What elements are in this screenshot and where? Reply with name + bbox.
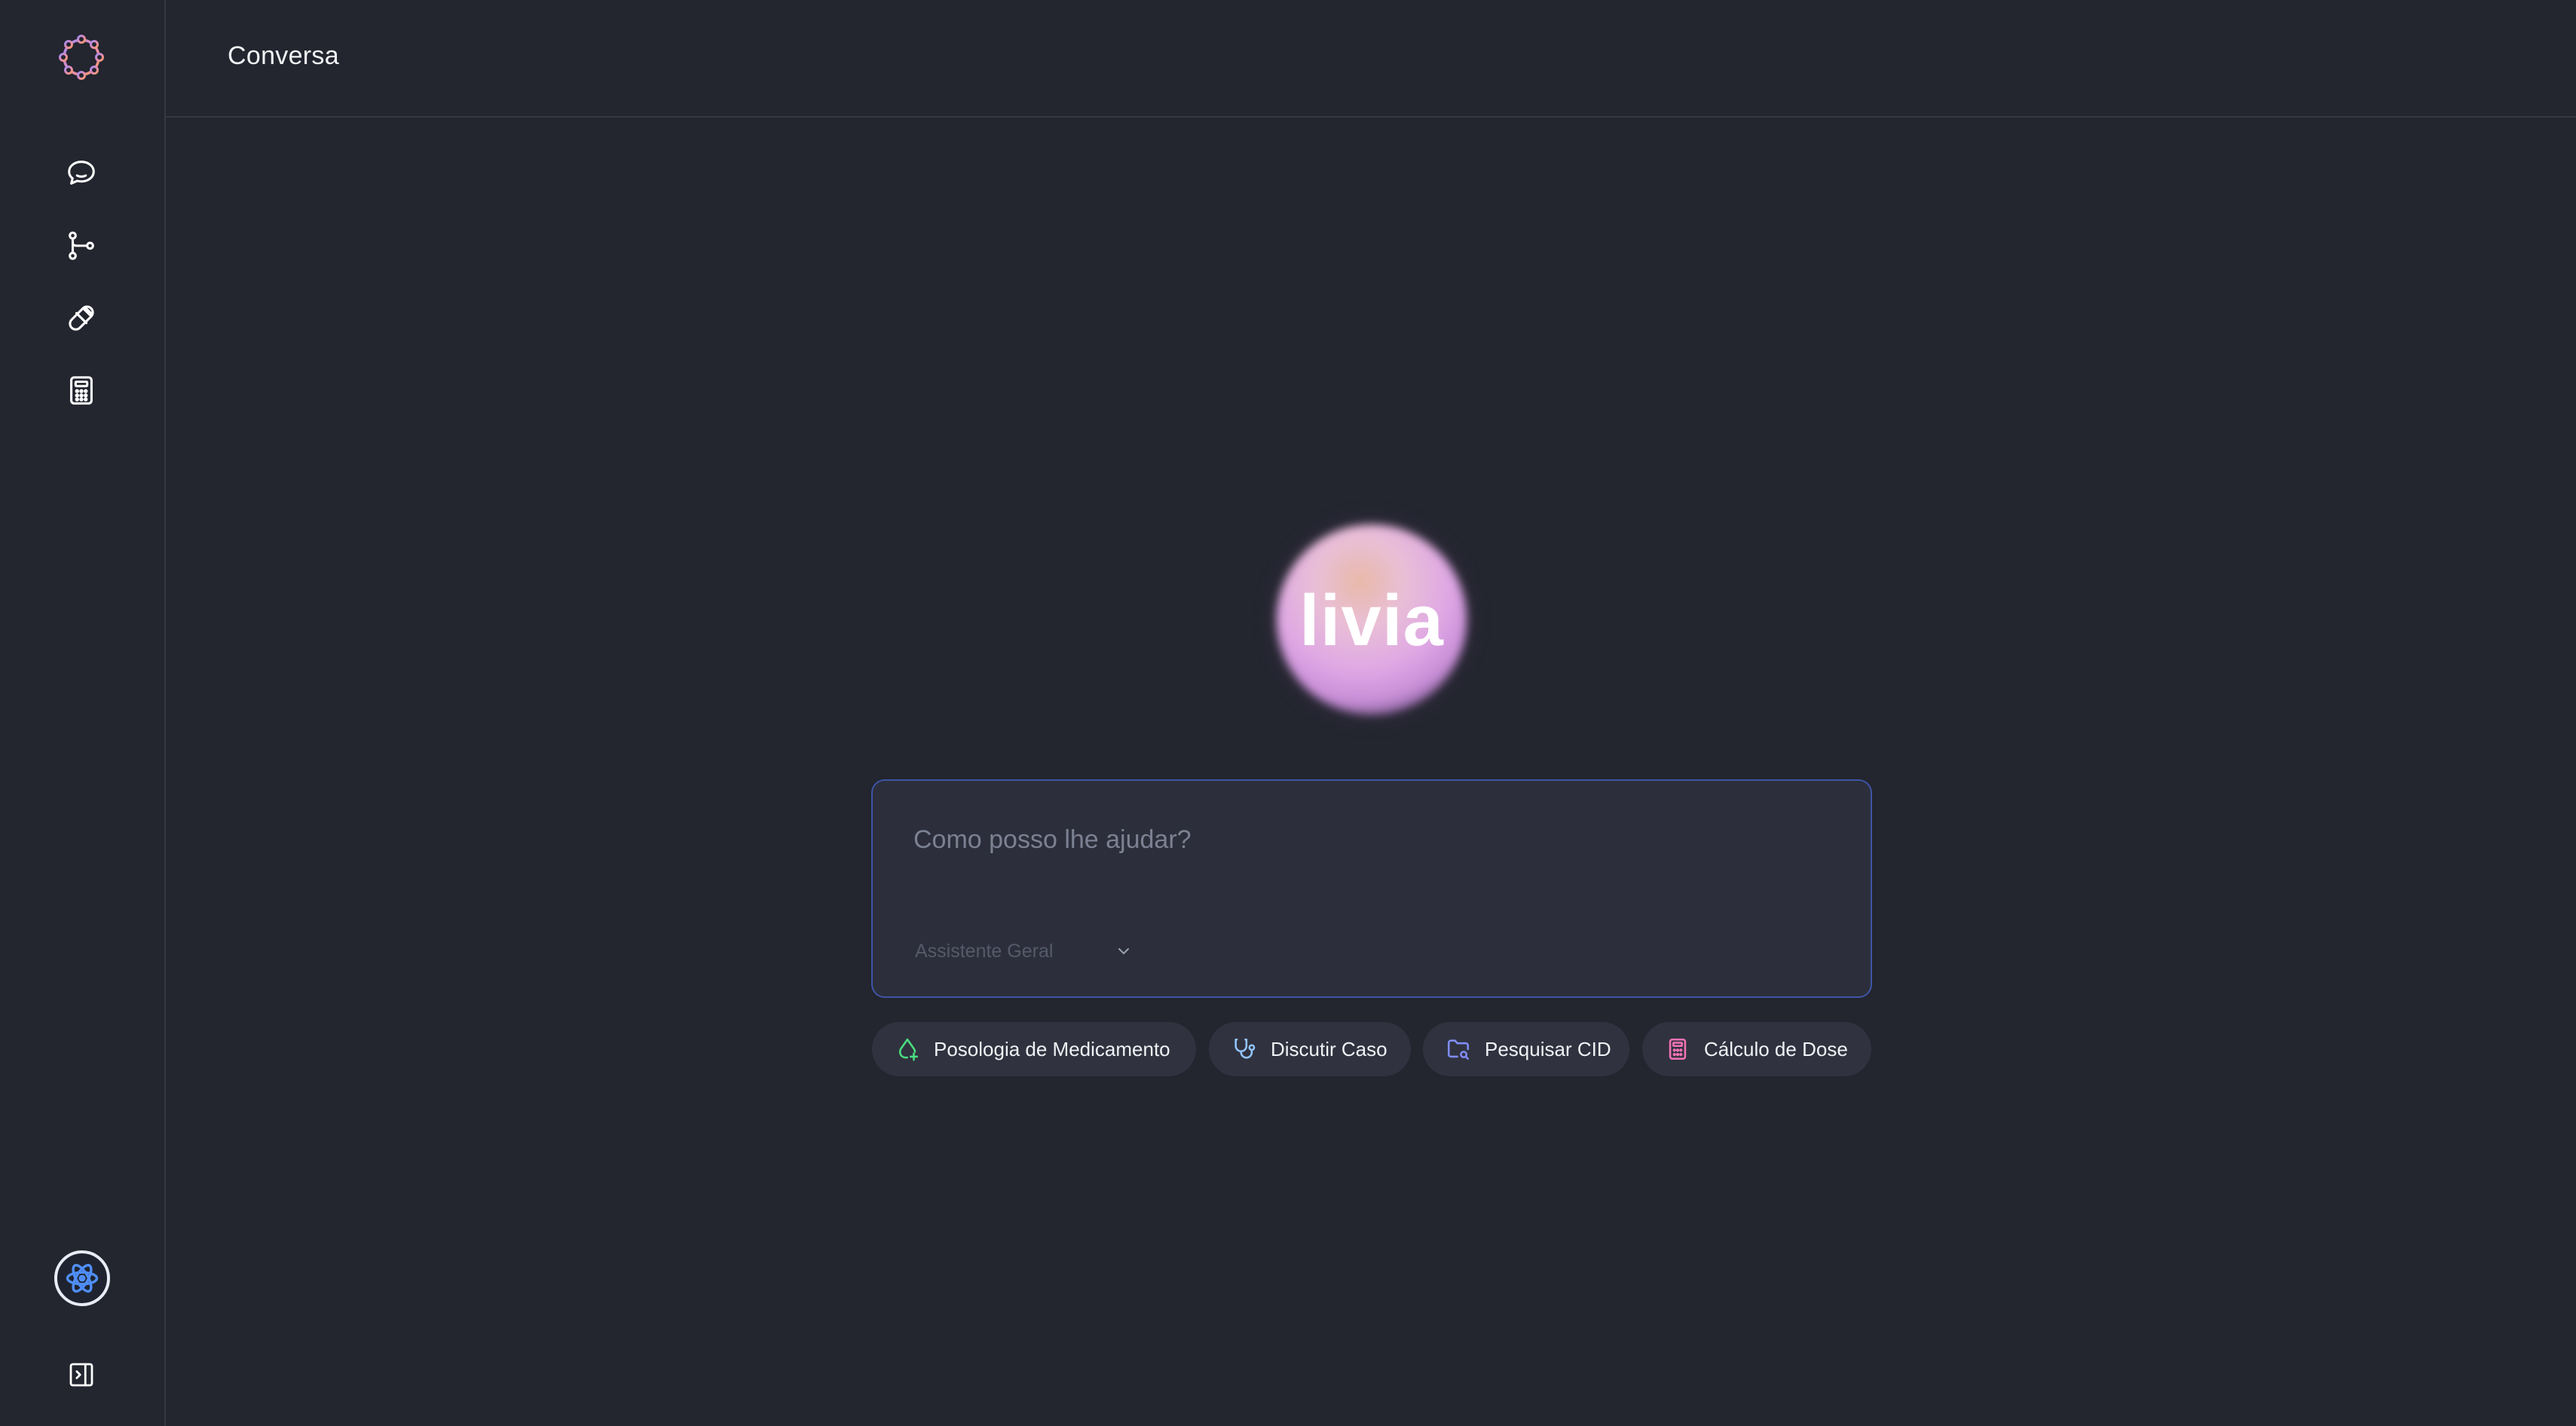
assistant-mode-select[interactable]: Assistente Geral xyxy=(915,936,1133,966)
pill-icon xyxy=(69,305,94,331)
atom-icon xyxy=(66,1263,99,1293)
user-avatar[interactable] xyxy=(54,1250,110,1306)
suggestion-chip-calculo-de-dose[interactable]: Cálculo de Dose xyxy=(1642,1022,1871,1076)
suggestion-label: Posologia de Medicamento xyxy=(934,1037,1170,1060)
top-header: Conversa xyxy=(166,0,2576,118)
sidebar-item-flows[interactable] xyxy=(60,225,102,267)
app-logo-icon[interactable] xyxy=(56,32,107,83)
assistant-orb: livia xyxy=(1266,514,1477,725)
page-title: Conversa xyxy=(228,41,339,70)
chat-input-box[interactable]: Assistente Geral xyxy=(871,779,1872,998)
panel-expand-icon xyxy=(69,1363,93,1387)
sidebar-item-calculator[interactable] xyxy=(60,369,102,412)
suggestion-chip-posologia[interactable]: Posologia de Medicamento xyxy=(872,1022,1196,1076)
assistant-mode-label: Assistente Geral xyxy=(915,940,1054,962)
git-branch-icon xyxy=(69,231,94,260)
suggestion-label: Pesquisar CID xyxy=(1485,1037,1611,1060)
drop-plus-icon xyxy=(898,1038,919,1061)
sidebar-item-chat[interactable] xyxy=(60,152,102,194)
suggestion-chip-pesquisar-cid[interactable]: Pesquisar CID xyxy=(1423,1022,1629,1076)
chevron-down-icon xyxy=(1118,948,1130,954)
chat-bubble-icon xyxy=(68,161,95,185)
calculator-icon xyxy=(70,376,93,405)
calculator-icon xyxy=(1669,1038,1687,1060)
sidebar xyxy=(0,0,166,1426)
suggestion-label: Discutir Caso xyxy=(1271,1037,1387,1060)
chat-input[interactable] xyxy=(913,817,1818,862)
app-root: Conversa livia Assistente Geral Posologi… xyxy=(0,0,2576,1426)
folder-search-icon xyxy=(1447,1039,1470,1060)
suggestion-chip-discutir-caso[interactable]: Discutir Caso xyxy=(1209,1022,1411,1076)
stethoscope-icon xyxy=(1234,1038,1256,1059)
sidebar-toggle-button[interactable] xyxy=(62,1355,101,1394)
orb-label: livia xyxy=(1299,580,1444,661)
sidebar-item-medications[interactable] xyxy=(60,297,102,339)
suggestion-label: Cálculo de Dose xyxy=(1704,1037,1848,1060)
